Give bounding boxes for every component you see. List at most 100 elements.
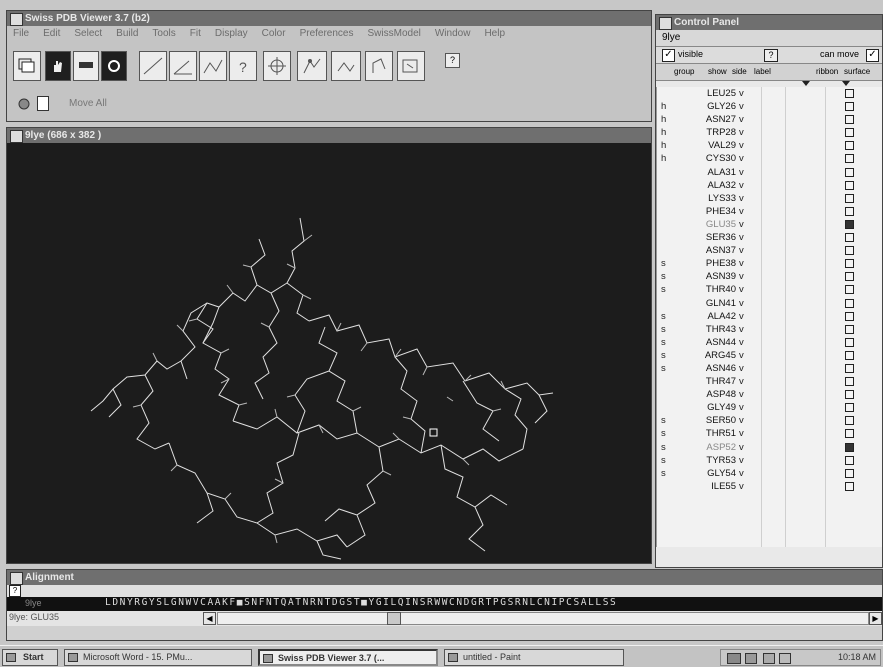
- horizontal-scrollbar-thumb[interactable]: [387, 612, 401, 625]
- residue-name[interactable]: ASN37: [706, 244, 736, 257]
- surface-checkbox[interactable]: [845, 481, 854, 491]
- page-icon[interactable]: [37, 96, 49, 111]
- start-button[interactable]: Start: [2, 649, 58, 666]
- surface-checkbox[interactable]: [845, 350, 854, 360]
- surface-checkbox[interactable]: [845, 272, 854, 282]
- residue-name[interactable]: ARG45: [705, 349, 736, 362]
- horizontal-scrollbar-track[interactable]: [217, 612, 869, 625]
- tray-network-icon[interactable]: [727, 653, 741, 664]
- residue-visible-toggle[interactable]: v: [739, 100, 744, 113]
- tray-agent-icon[interactable]: [779, 653, 791, 664]
- surface-checkbox[interactable]: [845, 154, 854, 164]
- residue-row[interactable]: s PHE38 v: [661, 257, 882, 270]
- residue-row[interactable]: s GLY54 v: [661, 467, 882, 480]
- residue-row[interactable]: ASN37 v: [661, 244, 882, 257]
- residue-name[interactable]: ASN27: [706, 113, 736, 126]
- residue-visible-toggle[interactable]: v: [739, 87, 744, 100]
- residue-row[interactable]: s ASP52 v: [661, 441, 882, 454]
- surface-checkbox[interactable]: [845, 233, 854, 243]
- menu-item-fit[interactable]: Fit: [190, 26, 201, 42]
- residue-row[interactable]: s ASN39 v: [661, 270, 882, 283]
- residue-name[interactable]: ASN44: [706, 336, 736, 349]
- residue-visible-toggle[interactable]: v: [739, 152, 744, 165]
- taskbar-item-spdbv[interactable]: Swiss PDB Viewer 3.7 (...: [258, 649, 438, 666]
- residue-visible-toggle[interactable]: v: [739, 179, 744, 192]
- surface-checkbox[interactable]: [845, 337, 854, 347]
- residue-name[interactable]: ILE55: [711, 480, 736, 493]
- menu-item-window[interactable]: Window: [435, 26, 471, 42]
- residue-name[interactable]: LEU25: [707, 87, 736, 100]
- header-ribbon[interactable]: ribbon: [816, 67, 838, 76]
- hide-icon[interactable]: [17, 97, 31, 111]
- residue-row[interactable]: THR47 v: [661, 375, 882, 388]
- surface-checkbox[interactable]: [845, 102, 854, 112]
- residue-visible-toggle[interactable]: v: [739, 388, 744, 401]
- translate-icon[interactable]: [73, 51, 99, 81]
- alignment-help-button[interactable]: ?: [9, 585, 21, 597]
- fragment-icon[interactable]: [397, 51, 425, 81]
- residue-name[interactable]: LYS33: [708, 192, 736, 205]
- visible-checkbox[interactable]: ✓: [662, 49, 675, 62]
- residue-name[interactable]: THR51: [706, 427, 736, 440]
- residue-row[interactable]: LYS33 v: [661, 192, 882, 205]
- residue-row[interactable]: s ALA42 v: [661, 310, 882, 323]
- residue-visible-toggle[interactable]: v: [739, 480, 744, 493]
- residue-row[interactable]: GLN41 v: [661, 297, 882, 310]
- neighbors-icon[interactable]: [297, 51, 327, 81]
- surface-checkbox[interactable]: [845, 324, 854, 334]
- tray-volume-icon[interactable]: [745, 653, 757, 664]
- residue-name[interactable]: THR40: [706, 283, 736, 296]
- menu-item-edit[interactable]: Edit: [43, 26, 60, 42]
- residue-name[interactable]: PHE38: [706, 257, 736, 270]
- residue-row[interactable]: ASP48 v: [661, 388, 882, 401]
- surface-checkbox[interactable]: [845, 377, 854, 387]
- menu-item-display[interactable]: Display: [215, 26, 248, 42]
- residue-name[interactable]: PHE34: [706, 205, 736, 218]
- taskbar-item-word[interactable]: Microsoft Word - 15. PMu...: [64, 649, 252, 666]
- distance-tool-icon[interactable]: [139, 51, 167, 81]
- surface-checkbox[interactable]: [845, 219, 854, 229]
- residue-visible-toggle[interactable]: v: [739, 414, 744, 427]
- residue-name[interactable]: ALA32: [707, 179, 736, 192]
- tray-app-icon[interactable]: [763, 653, 775, 664]
- alignment-sequence-track[interactable]: 9lye LDNYRGYSLGNWVCAAKF■SNFNTQATNRNTDGST…: [7, 597, 882, 611]
- residue-visible-toggle[interactable]: v: [739, 310, 744, 323]
- surface-checkbox[interactable]: [845, 298, 854, 308]
- scroll-right-button[interactable]: ▶: [869, 612, 882, 625]
- residue-name[interactable]: CYS30: [706, 152, 736, 165]
- taskbar-item-paint[interactable]: untitled - Paint: [444, 649, 624, 666]
- residue-name[interactable]: ASN46: [706, 362, 736, 375]
- residue-visible-toggle[interactable]: v: [739, 244, 744, 257]
- residue-visible-toggle[interactable]: v: [739, 270, 744, 283]
- residue-visible-toggle[interactable]: v: [739, 192, 744, 205]
- residue-row[interactable]: h TRP28 v: [661, 126, 882, 139]
- alignment-titlebar[interactable]: Alignment: [7, 570, 882, 585]
- header-show[interactable]: show: [708, 67, 727, 76]
- residue-visible-toggle[interactable]: v: [739, 231, 744, 244]
- residue-row[interactable]: GLY49 v: [661, 401, 882, 414]
- surface-checkbox[interactable]: [845, 193, 854, 203]
- surface-checkbox[interactable]: [845, 429, 854, 439]
- residue-visible-toggle[interactable]: v: [739, 441, 744, 454]
- menu-item-swissmodel[interactable]: SwissModel: [368, 26, 421, 42]
- menu-item-preferences[interactable]: Preferences: [300, 26, 354, 42]
- menu-item-help[interactable]: Help: [484, 26, 505, 42]
- torsion-icon[interactable]: [365, 51, 393, 81]
- rotate-icon[interactable]: [101, 51, 127, 81]
- header-surface[interactable]: surface: [844, 67, 870, 76]
- surface-checkbox[interactable]: [845, 403, 854, 413]
- menu-item-color[interactable]: Color: [262, 26, 286, 42]
- center-atom-icon[interactable]: [263, 51, 291, 81]
- residue-row[interactable]: h GLY26 v: [661, 100, 882, 113]
- viewer-titlebar[interactable]: 9lye (686 x 382 ): [7, 128, 651, 143]
- surface-checkbox[interactable]: [845, 363, 854, 373]
- help-button[interactable]: ?: [445, 53, 460, 68]
- residue-name[interactable]: TYR53: [706, 454, 736, 467]
- residue-visible-toggle[interactable]: v: [739, 375, 744, 388]
- can-move-checkbox[interactable]: ✓: [866, 49, 879, 62]
- residue-name[interactable]: THR43: [706, 323, 736, 336]
- dihedral-tool-icon[interactable]: [199, 51, 227, 81]
- control-panel-help-button[interactable]: ?: [764, 49, 778, 62]
- residue-row[interactable]: s THR51 v: [661, 427, 882, 440]
- surface-checkbox[interactable]: [845, 246, 854, 256]
